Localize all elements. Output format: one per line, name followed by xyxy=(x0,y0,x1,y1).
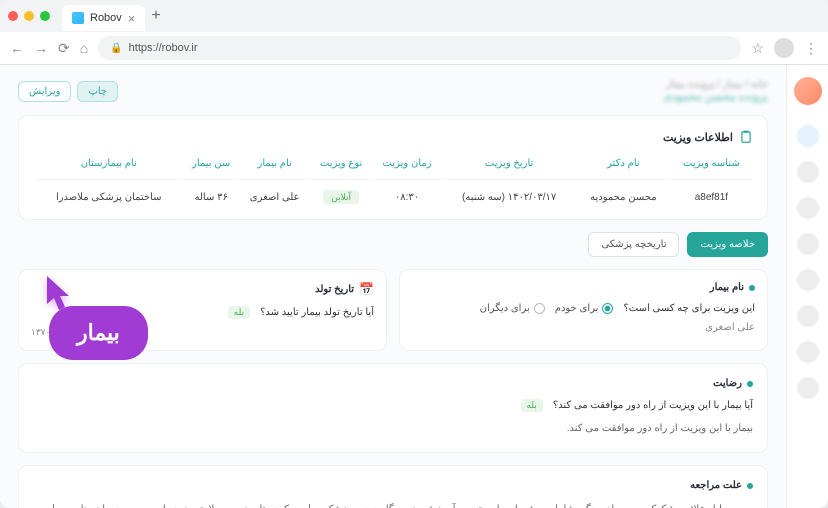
bullet-icon xyxy=(747,381,753,387)
col-type: نوع ویزیت xyxy=(311,158,370,180)
tutorial-tooltip: بیمار xyxy=(49,306,148,360)
tab-close-icon[interactable]: × xyxy=(128,11,136,26)
radio-icon xyxy=(534,303,545,314)
tab-title: Robov xyxy=(90,12,122,24)
sidebar-item-calendar[interactable] xyxy=(797,161,819,183)
patient-name-card: نام بیمار این ویزیت برای چه کسی است؟ برا… xyxy=(399,269,768,351)
cell-type: آنلاین xyxy=(311,182,370,203)
birthdate-card: 📅 تاریخ تولد آیا تاریخ تولد بیمار تایید … xyxy=(18,269,387,351)
consent-title: رضایت xyxy=(713,378,742,389)
sidebar-item-reports[interactable] xyxy=(797,233,819,255)
bookmark-icon[interactable]: ☆ xyxy=(751,40,764,57)
online-badge: آنلاین xyxy=(323,190,359,204)
reason-title: علت مراجعه xyxy=(690,480,742,491)
browser-chrome: Robov × + ← → ⟳ ⌂ 🔒 https://robov.ir ☆ ⋮ xyxy=(0,0,828,65)
url-input[interactable]: 🔒 https://robov.ir xyxy=(98,36,741,60)
reload-button[interactable]: ⟳ xyxy=(58,40,70,57)
minimize-window[interactable] xyxy=(24,11,34,21)
tab-history[interactable]: تاریخچه پزشکی xyxy=(588,232,679,257)
patient-name-answer: علی اصغری xyxy=(412,322,755,333)
profile-avatar[interactable] xyxy=(774,38,794,58)
menu-icon[interactable]: ⋮ xyxy=(804,40,818,57)
visit-info-title: اطلاعات ویزیت xyxy=(663,131,733,144)
page-header: خانه / بیمار / پرونده بیمار پرونده محسن … xyxy=(18,79,768,103)
radio-self[interactable]: برای خودم xyxy=(555,303,614,314)
col-doctor: نام دکتر xyxy=(577,158,670,180)
cell-patient: علی اصغری xyxy=(240,182,310,203)
new-tab-button[interactable]: + xyxy=(151,7,160,25)
maximize-window[interactable] xyxy=(40,11,50,21)
yes-badge: بله xyxy=(521,399,543,412)
birthdate-question: آیا تاریخ تولد بیمار تایید شد؟ xyxy=(260,307,374,318)
user-avatar[interactable] xyxy=(794,77,822,105)
cell-id: a8ef81f xyxy=(672,182,751,203)
sidebar-item-help[interactable] xyxy=(797,341,819,363)
consent-text: بیمار با این ویزیت از راه دور موافقت می … xyxy=(33,420,753,438)
lock-icon: 🔒 xyxy=(110,43,122,54)
favicon-icon xyxy=(72,12,84,24)
radio-other[interactable]: برای دیگران xyxy=(480,303,545,314)
back-button[interactable]: ← xyxy=(10,40,24,56)
consent-card: رضایت آیا بیمار با این ویزیت از راه دور … xyxy=(18,363,768,453)
sidebar-item-home[interactable] xyxy=(797,125,819,147)
browser-tab[interactable]: Robov × xyxy=(62,5,145,31)
page-subtitle: پرونده محسن محمودی xyxy=(663,90,768,103)
forward-button[interactable]: → xyxy=(34,40,48,56)
col-patient: نام بیمار xyxy=(240,158,310,180)
edit-button[interactable]: ویرایش xyxy=(18,81,71,102)
col-date: تاریخ ویزیت xyxy=(443,158,575,180)
url-text: https://robov.ir xyxy=(129,42,198,54)
visit-info-card: اطلاعات ویزیت شناسه ویزیت نام دکتر تاریخ… xyxy=(18,115,768,220)
reason-card: علت مراجعه من به دلیل علائم مشکوک به سرم… xyxy=(18,465,768,508)
sidebar-item-patients[interactable] xyxy=(797,197,819,219)
col-hospital: نام بیمارستان xyxy=(35,158,182,180)
col-age: سن بیمار xyxy=(184,158,237,180)
home-button[interactable]: ⌂ xyxy=(80,40,88,56)
main-content: خانه / بیمار / پرونده بیمار پرونده محسن … xyxy=(0,65,786,508)
birthdate-title: تاریخ تولد xyxy=(315,284,354,295)
bullet-icon xyxy=(747,483,753,489)
table-row: a8ef81f محسن محمودیه ۱۴۰۲/۰۳/۱۷ (سه شنبه… xyxy=(35,182,751,203)
cell-time: ۰۸:۳۰ xyxy=(373,182,442,203)
tab-bar: Robov × + xyxy=(0,0,828,32)
sidebar-item-settings[interactable] xyxy=(797,305,819,327)
cell-age: ۳۶ ساله xyxy=(184,182,237,203)
cursor-icon xyxy=(39,274,75,319)
clipboard-icon xyxy=(739,130,753,144)
cell-doctor: محسن محمودیه xyxy=(577,182,670,203)
col-id: شناسه ویزیت xyxy=(672,158,751,180)
col-time: زمان ویزیت xyxy=(373,158,442,180)
sidebar xyxy=(786,65,828,508)
window-controls xyxy=(8,11,50,21)
sidebar-item-messages[interactable] xyxy=(797,269,819,291)
bullet-icon xyxy=(749,285,755,291)
consent-question: آیا بیمار با این ویزیت از راه دور موافقت… xyxy=(553,400,753,411)
cell-date: ۱۴۰۲/۰۳/۱۷ (سه شنبه) xyxy=(443,182,575,203)
reason-text: من به دلیل علائم مشکوک به سرماخوردگی شام… xyxy=(33,501,753,508)
calendar-icon: 📅 xyxy=(359,282,374,296)
yes-badge: بله xyxy=(228,306,250,319)
print-button[interactable]: چاپ xyxy=(77,81,118,102)
content-tabs: خلاصه ویزیت تاریخچه پزشکی xyxy=(18,232,768,257)
patient-name-question: این ویزیت برای چه کسی است؟ xyxy=(623,303,755,314)
breadcrumb: خانه / بیمار / پرونده بیمار xyxy=(663,79,768,90)
sidebar-item-more[interactable] xyxy=(797,377,819,399)
radio-selected-icon xyxy=(602,303,613,314)
patient-name-title: نام بیمار xyxy=(710,282,744,293)
visit-info-table: شناسه ویزیت نام دکتر تاریخ ویزیت زمان وی… xyxy=(33,156,753,205)
cell-hospital: ساختمان پزشکی ملاصدرا xyxy=(35,182,182,203)
tab-summary[interactable]: خلاصه ویزیت xyxy=(687,232,768,257)
close-window[interactable] xyxy=(8,11,18,21)
address-bar: ← → ⟳ ⌂ 🔒 https://robov.ir ☆ ⋮ xyxy=(0,32,828,64)
